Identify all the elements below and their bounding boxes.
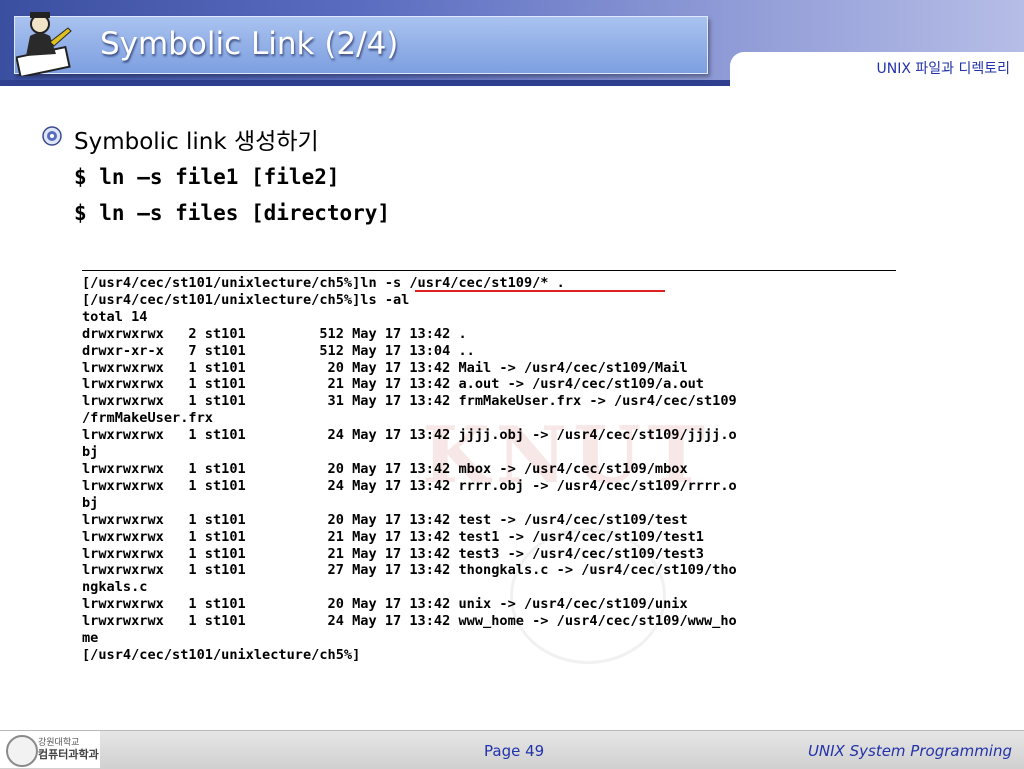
- terminal-line: lrwxrwxrwx 1 st101 24 May 17 13:42 jjjj.…: [82, 427, 737, 444]
- terminal-line: drwxrwxrwx 2 st101 512 May 17 13:42 .: [82, 325, 467, 342]
- footer-university-seal-icon: [6, 735, 38, 767]
- terminal-line: [/usr4/cec/st101/unixlecture/ch5%]: [82, 646, 361, 663]
- terminal-line: bj: [82, 494, 99, 511]
- footer-course-name: UNIX System Programming: [807, 742, 1012, 760]
- terminal-line: me: [82, 630, 99, 647]
- command-highlight-underline: [415, 290, 665, 292]
- terminal-line: lrwxrwxrwx 1 st101 31 May 17 13:42 frmMa…: [82, 393, 737, 410]
- terminal-line: lrwxrwxrwx 1 st101 20 May 17 13:42 unix …: [82, 596, 688, 613]
- course-tag: UNIX 파일과 디렉토리: [876, 61, 1011, 77]
- university-seal-bullet-icon: [42, 126, 62, 146]
- terminal-output: KNUT [/usr4/cec/st101/unixlecture/ch5%]l…: [82, 270, 896, 670]
- terminal-line: [/usr4/cec/st101/unixlecture/ch5%]ls -al: [82, 291, 410, 308]
- footer-dept-line2: 컴퓨터과학과: [38, 748, 99, 761]
- terminal-lines: [/usr4/cec/st101/unixlecture/ch5%]ln -s …: [82, 275, 737, 664]
- terminal-line: lrwxrwxrwx 1 st101 27 May 17 13:42 thong…: [82, 562, 737, 579]
- terminal-line: lrwxrwxrwx 1 st101 20 May 17 13:42 Mail …: [82, 359, 688, 376]
- terminal-line: lrwxrwxrwx 1 st101 20 May 17 13:42 mbox …: [82, 460, 688, 477]
- bullet-symbolic-link: Symbolic link 생성하기: [74, 129, 319, 155]
- page-number: Page 49: [484, 742, 545, 760]
- terminal-line: drwxr-xr-x 7 st101 512 May 17 13:04 ..: [82, 342, 475, 359]
- terminal-line: bj: [82, 444, 99, 461]
- terminal-line: lrwxrwxrwx 1 st101 21 May 17 13:42 test3…: [82, 545, 704, 562]
- terminal-line: ngkals.c: [82, 579, 148, 596]
- terminal-line: lrwxrwxrwx 1 st101 21 May 17 13:42 test1…: [82, 528, 704, 545]
- command-ln-directory: $ ln –s files [directory]: [74, 201, 391, 225]
- terminal-line: lrwxrwxrwx 1 st101 20 May 17 13:42 test …: [82, 511, 688, 528]
- terminal-line: total 14: [82, 308, 148, 325]
- terminal-line: lrwxrwxrwx 1 st101 21 May 17 13:42 a.out…: [82, 376, 704, 393]
- terminal-line: lrwxrwxrwx 1 st101 24 May 17 13:42 rrrr.…: [82, 477, 737, 494]
- terminal-line: /frmMakeUser.frx: [82, 410, 213, 427]
- slide-title: Symbolic Link (2/4): [100, 26, 399, 62]
- footer-department: 강원대학교 컴퓨터과학과: [38, 738, 99, 760]
- command-ln-file: $ ln –s file1 [file2]: [74, 165, 340, 189]
- professor-logo-icon: [16, 12, 72, 76]
- terminal-line: lrwxrwxrwx 1 st101 24 May 17 13:42 www_h…: [82, 613, 737, 630]
